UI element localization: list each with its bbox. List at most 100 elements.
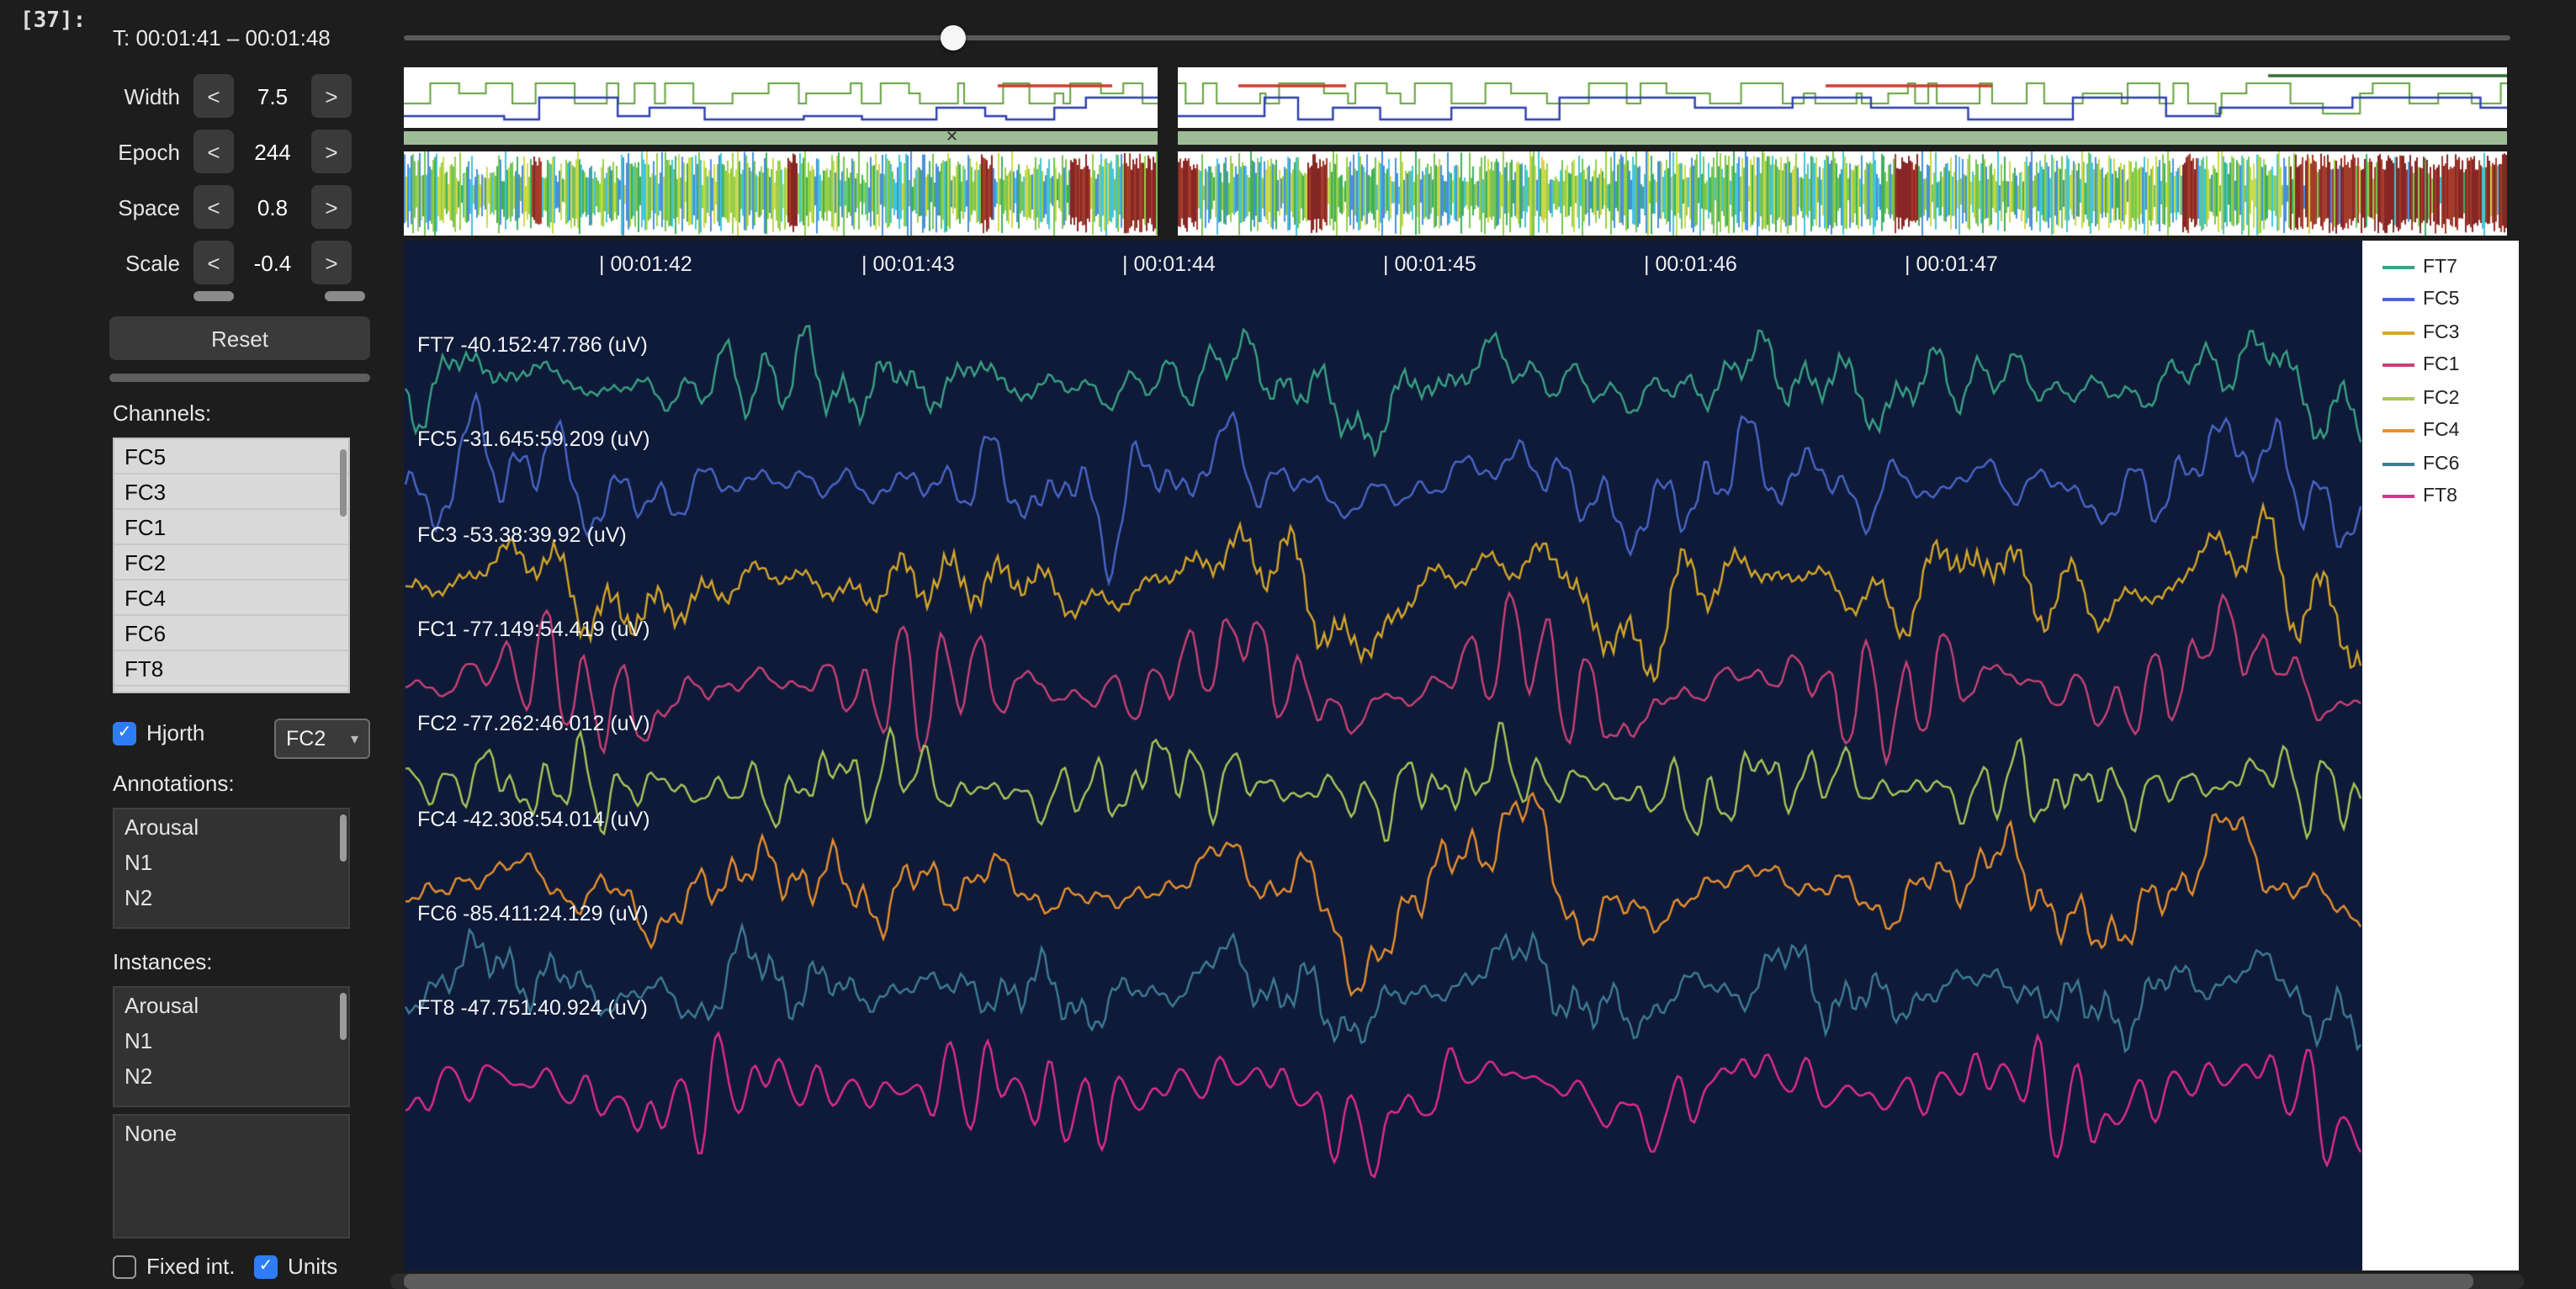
epoch-control: Epoch < 244 > (109, 130, 375, 173)
epoch-value[interactable]: 244 (234, 139, 311, 164)
legend-label: FC3 (2423, 322, 2460, 343)
signal-overview-strip-right (1178, 151, 2507, 236)
epoch-increment-button[interactable]: > (311, 130, 352, 173)
instance-option[interactable]: N1 (114, 1023, 348, 1058)
scale-control: Scale < -0.4 > (109, 241, 375, 284)
legend-line-swatch (2383, 462, 2414, 466)
channel-range-label: FT8 -47.751:40.924 (uV) (417, 996, 648, 1020)
hjorth-channel-dropdown[interactable]: FC2 ▾ (274, 719, 370, 759)
legend-label: FC2 (2423, 388, 2460, 409)
check-icon: ✓ (117, 724, 132, 742)
legend-entry: FC1 (2362, 349, 2519, 382)
eeg-plot-area: | 00:01:42 | 00:01:43 | 00:01:44 | 00:01:45… (404, 241, 2362, 1270)
width-control: Width < 7.5 > (109, 74, 375, 118)
fixed-int-checkbox[interactable]: ✓ (113, 1255, 136, 1278)
cell-prompt: [37]: (20, 8, 87, 34)
legend-label: FC6 (2423, 454, 2460, 475)
annotations-scrollbar-thumb[interactable] (340, 814, 347, 862)
space-increment-button[interactable]: > (311, 185, 352, 229)
legend-line-swatch (2383, 265, 2414, 269)
instances-heading: Instances: (113, 949, 213, 974)
space-label: Space (118, 194, 180, 220)
eeg-viewer-app: [37]: T: 00:01:41 – 00:01:48 Width < 7.5… (0, 0, 2576, 1289)
position-bar-right[interactable] (1178, 131, 2507, 145)
units-checkbox[interactable]: ✓ (254, 1255, 278, 1278)
chevron-down-icon: ▾ (350, 729, 358, 746)
channel-option[interactable]: FC6 (114, 616, 348, 651)
channel-option[interactable]: FT8 (114, 651, 348, 687)
width-increment-button[interactable]: > (311, 74, 352, 118)
legend-line-swatch (2383, 429, 2414, 433)
channel-option[interactable]: FC4 (114, 581, 348, 616)
time-slider[interactable] (404, 25, 2510, 52)
signal-overview-strip-left (404, 151, 1158, 236)
selection-option[interactable]: None (114, 1116, 348, 1151)
time-tick-label: | 00:01:44 (1122, 252, 1216, 276)
scale-decrement-button[interactable]: < (193, 241, 234, 284)
units-label: Units (288, 1254, 338, 1279)
instance-option[interactable]: Arousal (114, 988, 348, 1023)
hjorth-checkbox[interactable]: ✓ (113, 721, 136, 745)
time-slider-handle[interactable] (940, 25, 966, 50)
mini-slider-left[interactable] (193, 291, 234, 301)
channels-heading: Channels: (113, 400, 212, 426)
eeg-traces-canvas (404, 241, 2362, 1270)
time-tick-label: | 00:01:42 (599, 252, 692, 276)
hjorth-row: ✓ Hjorth (113, 720, 204, 745)
channel-option-partial[interactable]: T7 (114, 687, 348, 692)
width-decrement-button[interactable]: < (193, 74, 234, 118)
channel-range-label: FC2 -77.262:46.012 (uV) (417, 712, 650, 735)
legend-entry: FT7 (2362, 251, 2519, 284)
signal-overview-canvas-right (1178, 151, 2507, 236)
space-value[interactable]: 0.8 (234, 194, 311, 220)
hypnogram-canvas-left (404, 67, 1158, 128)
hjorth-label: Hjorth (146, 720, 205, 745)
channel-option[interactable]: FC3 (114, 475, 348, 510)
scale-value[interactable]: -0.4 (234, 250, 311, 275)
legend: FT7 FC5 FC3 FC1 FC2 FC4 FC6 FT8 (2362, 241, 2519, 513)
annotation-option[interactable]: N1 (114, 845, 348, 880)
instances-listbox[interactable]: Arousal N1 N2 (113, 986, 350, 1107)
fixed-int-row: ✓ Fixed int. (113, 1254, 236, 1279)
mini-slider-right[interactable] (325, 291, 365, 301)
channels-scrollbar-thumb[interactable] (340, 449, 347, 517)
legend-line-swatch (2383, 363, 2414, 368)
time-range-label: T: 00:01:41 – 00:01:48 (113, 25, 331, 50)
annotation-option[interactable]: Arousal (114, 809, 348, 845)
epoch-decrement-button[interactable]: < (193, 130, 234, 173)
horizontal-scrollbar-thumb[interactable] (404, 1274, 2473, 1289)
reset-button[interactable]: Reset (109, 316, 370, 360)
channel-option[interactable]: FC5 (114, 439, 348, 475)
legend-line-swatch (2383, 331, 2414, 335)
fixed-int-label: Fixed int. (146, 1254, 236, 1279)
epoch-label: Epoch (118, 139, 180, 164)
channel-option[interactable]: FC1 (114, 510, 348, 545)
channel-range-label: FT7 -40.152:47.786 (uV) (417, 333, 648, 357)
instances-scrollbar-thumb[interactable] (340, 993, 347, 1040)
check-icon: ✓ (258, 1257, 273, 1276)
units-row: ✓ Units (254, 1254, 337, 1279)
horizontal-scrollbar[interactable] (390, 1274, 2524, 1289)
control-sidebar: T: 00:01:41 – 00:01:48 Width < 7.5 > Epo… (109, 0, 375, 1282)
width-value[interactable]: 7.5 (234, 83, 311, 109)
hypnogram-strip-right (1178, 67, 2507, 128)
annotation-option[interactable]: N2 (114, 880, 348, 915)
time-slider-track[interactable] (404, 35, 2510, 40)
time-tick-label: | 00:01:43 (861, 252, 955, 276)
channel-range-label: FC1 -77.149:54.419 (uV) (417, 618, 650, 641)
channel-option[interactable]: FC2 (114, 545, 348, 581)
instance-option[interactable]: N2 (114, 1058, 348, 1094)
annotations-listbox[interactable]: Arousal N1 N2 (113, 808, 350, 929)
scale-increment-button[interactable]: > (311, 241, 352, 284)
legend-entry: FT8 (2362, 480, 2519, 513)
channels-listbox[interactable]: FC5FC3FC1FC2FC4FC6FT8T7 (113, 438, 350, 693)
legend-label: FT8 (2423, 486, 2457, 507)
legend-entry: FC2 (2362, 382, 2519, 415)
position-bar-left[interactable]: ✕ (404, 128, 1158, 145)
space-decrement-button[interactable]: < (193, 185, 234, 229)
legend-entry: FC3 (2362, 316, 2519, 349)
selection-listbox[interactable]: None (113, 1114, 350, 1239)
legend-line-swatch (2383, 495, 2414, 499)
sidebar-scrollbar[interactable] (109, 374, 370, 382)
legend-line-swatch (2383, 396, 2414, 400)
